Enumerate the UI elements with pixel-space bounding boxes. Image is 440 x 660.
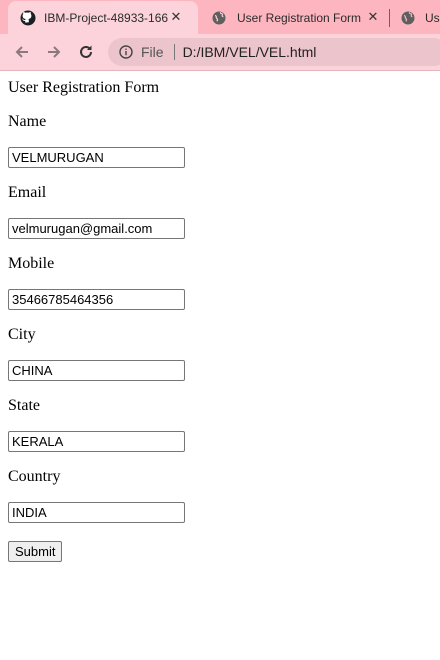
browser-window: IBM-Project-48933-166 ✕ User Registratio… <box>0 0 440 660</box>
tab-user-registration-form[interactable]: User Registration Form ✕ <box>206 1 382 34</box>
github-icon <box>20 10 36 26</box>
address-bar[interactable]: File D:/IBM/VEL/VEL.html <box>108 38 440 66</box>
mobile-label: Mobile <box>8 255 55 272</box>
state-label: State <box>8 397 40 414</box>
email-label: Email <box>8 184 47 201</box>
globe-icon <box>400 10 416 26</box>
tab-title: IBM-Project-48933-166 <box>44 10 168 25</box>
reload-icon <box>80 45 92 58</box>
arrow-left-icon <box>15 46 28 58</box>
page-content: User Registration Form Name Email Mobile… <box>0 71 440 660</box>
mobile-input[interactable] <box>8 289 185 310</box>
email-input[interactable] <box>8 218 185 239</box>
submit-button[interactable]: Submit <box>8 541 63 562</box>
browser-toolbar: File D:/IBM/VEL/VEL.html <box>0 34 440 71</box>
tab-partial[interactable]: Use <box>394 1 440 34</box>
state-input[interactable] <box>8 431 185 452</box>
close-tab-icon[interactable]: ✕ <box>365 10 381 25</box>
name-input[interactable] <box>8 147 185 168</box>
tab-strip: IBM-Project-48933-166 ✕ User Registratio… <box>0 0 440 34</box>
arrow-right-icon <box>48 46 61 58</box>
info-icon[interactable] <box>119 45 133 59</box>
reload-button[interactable] <box>74 40 98 64</box>
form-heading: User Registration Form <box>8 79 160 96</box>
url-scheme-label: File <box>141 44 164 60</box>
tab-separator <box>389 9 390 27</box>
tab-github-project[interactable]: IBM-Project-48933-166 ✕ <box>8 1 198 34</box>
globe-icon <box>211 10 227 26</box>
city-label: City <box>8 326 36 343</box>
forward-button[interactable] <box>42 40 66 64</box>
back-button[interactable] <box>10 40 34 64</box>
address-divider <box>173 44 175 60</box>
tab-title: Use <box>425 10 440 25</box>
close-tab-icon[interactable]: ✕ <box>168 10 184 25</box>
name-label: Name <box>8 113 47 130</box>
country-label: Country <box>8 468 61 485</box>
country-input[interactable] <box>8 502 185 523</box>
tab-title: User Registration Form <box>237 10 362 25</box>
url-text[interactable]: D:/IBM/VEL/VEL.html <box>183 44 317 60</box>
city-input[interactable] <box>8 360 185 381</box>
